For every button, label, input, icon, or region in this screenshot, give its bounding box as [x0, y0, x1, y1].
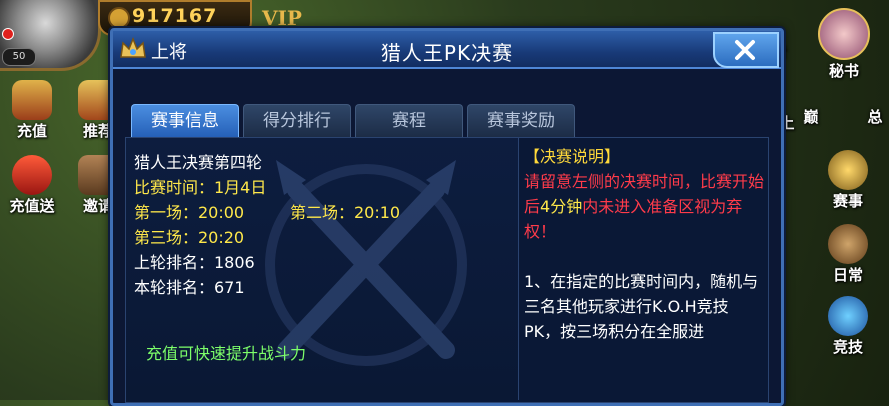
gold-value: 917167 — [132, 5, 218, 27]
first-match-time: 第一场：20:00 — [134, 203, 245, 222]
gold-coin-icon — [108, 7, 130, 29]
round-title: 猎人王决赛第四轮 — [134, 153, 263, 172]
this-round-rank: 本轮排名：671 — [134, 278, 245, 297]
final-rules-panel: 【决赛说明】 请留意左侧的决赛时间，比赛开始后4分钟内未进入准备区视为弃权！ 1… — [524, 144, 764, 400]
match-info-list: 猎人王决赛第四轮 比赛时间：1月4日 第一场：20:00 第二场：20:10 第… — [134, 150, 400, 300]
gift-chest-icon — [12, 80, 52, 120]
player-level-badge: 50 — [2, 48, 36, 66]
last-round-rank: 上轮排名：1806 — [134, 253, 255, 272]
rule-1: 1、在指定的比赛时间内，随机与三名其他玩家进行K.O.H竞技PK，按三场积分在全… — [524, 272, 759, 341]
tab-rewards[interactable]: 赛事奖励 — [467, 104, 575, 137]
tab-event-info[interactable]: 赛事信息 — [131, 104, 239, 137]
dialog-title: 猎人王PK决赛 — [380, 41, 514, 65]
warning-highlight: 4分钟 — [540, 197, 583, 216]
recharge-button[interactable]: 充值 — [6, 80, 58, 141]
event-button[interactable]: 赛事 — [822, 150, 874, 211]
match-date: 比赛时间：1月4日 — [134, 178, 267, 197]
rules-heading: 【决赛说明】 — [524, 147, 621, 166]
vip-button[interactable]: VIP — [262, 6, 302, 30]
book-icon — [828, 224, 868, 264]
close-icon — [735, 40, 755, 60]
pk-final-dialog: 上将 猎人王PK决赛 赛事信息 得分排行 赛程 赛事奖励 猎人王决赛第四轮 比赛… — [110, 28, 784, 406]
secretary-avatar-icon — [818, 8, 870, 60]
partial-label-peak: 巅 — [803, 108, 819, 126]
tab-content: 猎人王决赛第四轮 比赛时间：1月4日 第一场：20:00 第二场：20:10 第… — [125, 137, 769, 403]
tab-schedule[interactable]: 赛程 — [355, 104, 463, 137]
rules-warning: 请留意左侧的决赛时间，比赛开始后4分钟内未进入准备区视为弃权！ — [524, 172, 764, 241]
match-times-row-1: 第一场：20:00 第二场：20:10 — [134, 200, 400, 225]
secretary-button[interactable]: 秘书 — [818, 8, 870, 81]
close-button[interactable] — [713, 32, 779, 68]
tab-score-ranking[interactable]: 得分排行 — [243, 104, 351, 137]
crossed-swords-icon — [828, 150, 868, 190]
notification-dot — [2, 28, 14, 40]
vs-icon — [828, 296, 868, 336]
partial-label-total: 总 — [867, 108, 883, 126]
third-match-time: 第三场：20:20 — [134, 228, 245, 247]
arena-button[interactable]: 竞技 — [822, 296, 874, 357]
recharge-tip-link[interactable]: 充值可快速提升战斗力 — [146, 340, 306, 364]
second-match-time: 第二场：20:10 — [290, 203, 401, 222]
recharge-bonus-button[interactable]: 充值送 — [6, 155, 58, 216]
red-lantern-icon — [12, 155, 52, 195]
dialog-header: 上将 猎人王PK决赛 — [113, 31, 781, 69]
match-info-panel: 猎人王决赛第四轮 比赛时间：1月4日 第一场：20:00 第二场：20:10 第… — [126, 138, 519, 400]
daily-button[interactable]: 日常 — [822, 224, 874, 285]
